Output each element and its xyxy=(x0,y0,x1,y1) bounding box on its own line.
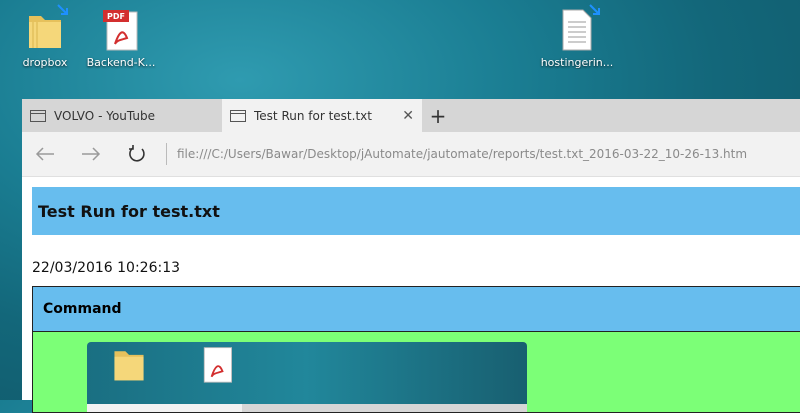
pdf-icon: PDF xyxy=(101,8,141,52)
desktop-icon-dropbox[interactable]: dropbox xyxy=(6,4,84,69)
browser-window: VOLVO - YouTube Test Run for test.txt ✕ … xyxy=(22,99,800,413)
tab-volvo-youtube[interactable]: VOLVO - YouTube xyxy=(22,99,222,132)
navigation-bar: file:///C:/Users/Bawar/Desktop/jAutomate… xyxy=(22,132,800,177)
page-title: Test Run for test.txt xyxy=(38,201,220,221)
refresh-icon xyxy=(129,145,145,162)
tab-title: VOLVO - YouTube xyxy=(54,108,156,123)
arrow-right-icon xyxy=(82,147,101,161)
command-table: Command xyxy=(32,286,800,413)
forward-button[interactable] xyxy=(68,146,114,162)
pdf-icon xyxy=(203,347,232,383)
back-button[interactable] xyxy=(22,146,68,162)
refresh-button[interactable] xyxy=(114,144,160,164)
document-icon xyxy=(557,4,600,52)
page-content: Test Run for test.txt 22/03/2016 10:26:1… xyxy=(22,177,800,413)
tab-test-run[interactable]: Test Run for test.txt ✕ xyxy=(222,99,422,132)
desktop-icon-label: Backend-K... xyxy=(86,56,156,69)
page-icon xyxy=(30,109,46,122)
tab-title: Test Run for test.txt xyxy=(254,108,372,123)
desktop-icon-backend[interactable]: PDF Backend-K... xyxy=(82,8,160,69)
new-tab-button[interactable]: + xyxy=(422,99,454,132)
report-header: Test Run for test.txt xyxy=(32,187,800,235)
table-row xyxy=(33,332,800,412)
close-tab-icon[interactable]: ✕ xyxy=(402,108,414,124)
desktop-icon-label: dropbox xyxy=(22,56,68,69)
address-divider xyxy=(166,143,167,165)
svg-text:PDF: PDF xyxy=(107,12,125,21)
screenshot-thumbnail xyxy=(87,342,527,412)
thumbnail-tab-bar xyxy=(87,404,527,412)
arrow-left-icon xyxy=(35,147,54,161)
report-timestamp: 22/03/2016 10:26:13 xyxy=(32,260,181,276)
tab-bar: VOLVO - YouTube Test Run for test.txt ✕ … xyxy=(22,99,800,132)
desktop-icon-label: hostingerin... xyxy=(540,56,614,69)
address-bar[interactable]: file:///C:/Users/Bawar/Desktop/jAutomate… xyxy=(177,147,747,161)
command-column-header: Command xyxy=(33,287,800,332)
page-icon xyxy=(230,109,246,122)
folder-icon xyxy=(25,4,68,52)
desktop-icon-hostinger[interactable]: hostingerin... xyxy=(538,4,616,69)
folder-icon xyxy=(114,351,144,381)
